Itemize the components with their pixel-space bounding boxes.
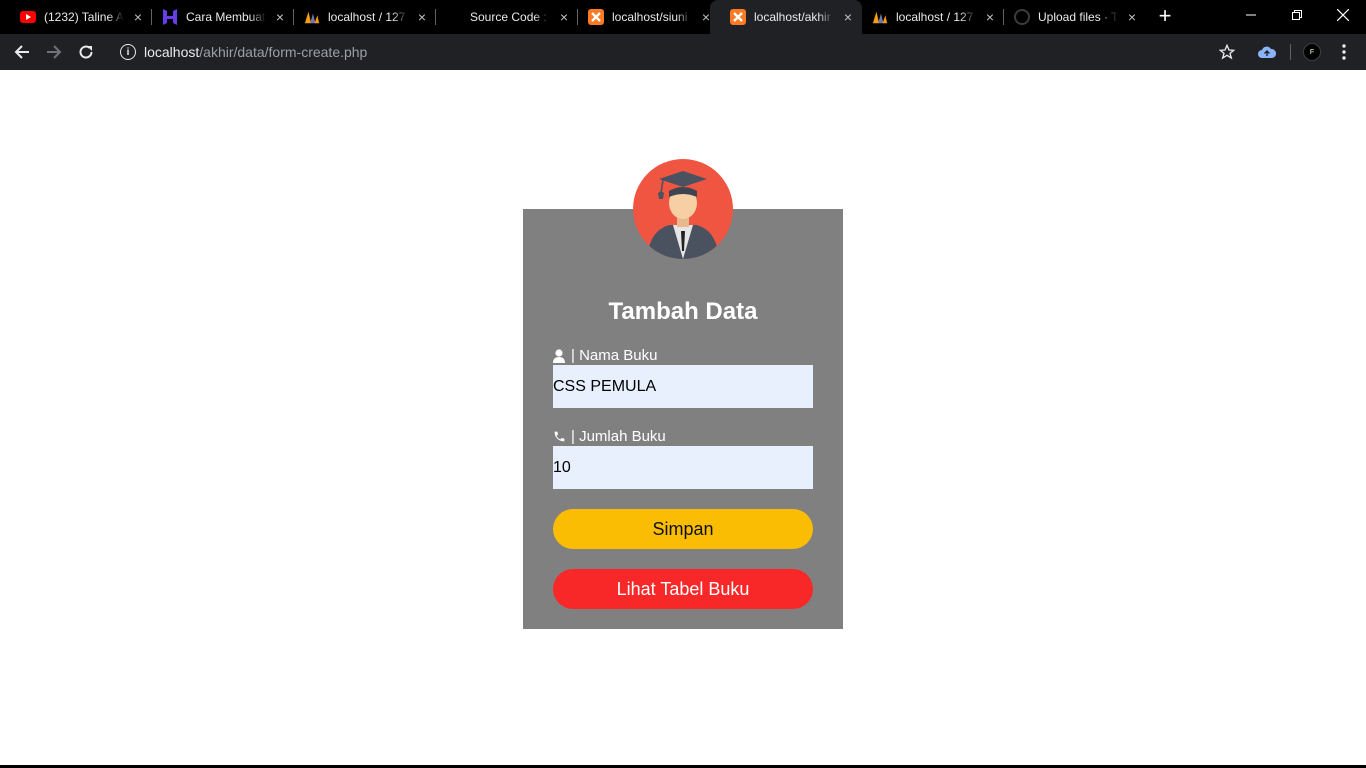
- book-name-input[interactable]: [553, 365, 813, 408]
- close-tab-icon[interactable]: ×: [1124, 9, 1140, 25]
- form-card: [523, 209, 843, 629]
- user-icon: [553, 348, 567, 363]
- minimize-icon[interactable]: [1228, 0, 1274, 30]
- tab-localhost-siuni[interactable]: localhost/siuni ×: [568, 0, 718, 34]
- profile-avatar[interactable]: F: [1303, 43, 1321, 61]
- tab-youtube[interactable]: (1232) Taline A ×: [0, 0, 150, 34]
- book-name-label: | Nama Buku: [553, 347, 657, 364]
- new-tab-button[interactable]: +: [1154, 5, 1176, 27]
- toolbar-divider: [1290, 44, 1291, 60]
- tab-title: localhost / 127: [896, 10, 974, 24]
- tab-title: Upload files · T: [1038, 10, 1118, 24]
- tab-phpmyadmin-2[interactable]: localhost / 127 ×: [852, 0, 1002, 34]
- tab-title: localhost/akhir: [754, 10, 831, 24]
- url-host: localhost: [144, 44, 200, 60]
- blank-page-icon: [446, 9, 462, 25]
- tab-title: Source Code :: [470, 10, 547, 24]
- tab-title: (1232) Taline A: [44, 10, 124, 24]
- book-name-label-text: | Nama Buku: [571, 347, 658, 364]
- tab-source-code[interactable]: Source Code : ×: [426, 0, 576, 34]
- xampp-icon: [730, 9, 746, 25]
- info-icon[interactable]: i: [120, 44, 136, 60]
- save-button[interactable]: Simpan: [553, 509, 813, 549]
- view-table-button[interactable]: Lihat Tabel Buku: [553, 569, 813, 609]
- tab-hostinger[interactable]: Cara Membuat ×: [142, 0, 292, 34]
- browser-toolbar: i localhost/akhir/data/form-create.php F: [0, 34, 1366, 70]
- form-title: Tambah Data: [608, 298, 758, 325]
- address-bar[interactable]: i localhost/akhir/data/form-create.php: [108, 38, 1248, 66]
- book-qty-label: | Jumlah Buku: [553, 428, 666, 445]
- youtube-icon: [20, 9, 36, 25]
- hostinger-icon: [162, 9, 178, 25]
- reload-icon[interactable]: [74, 40, 98, 64]
- tab-localhost-akhir[interactable]: localhost/akhir ×: [710, 0, 862, 34]
- tab-github-upload[interactable]: Upload files · T ×: [994, 0, 1144, 34]
- close-window-icon[interactable]: [1320, 0, 1366, 30]
- phone-icon: [553, 430, 567, 444]
- graduate-avatar-icon: [633, 159, 733, 259]
- bookmark-star-icon[interactable]: [1217, 42, 1237, 62]
- phpmyadmin-icon: [872, 9, 888, 25]
- tab-title: Cara Membuat: [186, 10, 266, 24]
- restore-icon[interactable]: [1274, 0, 1320, 30]
- xampp-icon: [588, 9, 604, 25]
- book-qty-input[interactable]: [553, 446, 813, 489]
- url-path: /akhir/data/form-create.php: [199, 44, 368, 60]
- tab-phpmyadmin[interactable]: localhost / 127 ×: [284, 0, 434, 34]
- tab-title: localhost/siuni: [612, 10, 688, 24]
- menu-kebab-icon[interactable]: [1334, 42, 1354, 62]
- phpmyadmin-icon: [304, 9, 320, 25]
- tab-strip: (1232) Taline A × Cara Membuat × localho…: [0, 0, 1366, 34]
- forward-icon[interactable]: [42, 40, 66, 64]
- cloud-extension-icon[interactable]: [1257, 42, 1277, 62]
- tab-title: localhost / 127: [328, 10, 406, 24]
- github-icon: [1014, 9, 1030, 25]
- back-icon[interactable]: [10, 40, 34, 64]
- book-qty-label-text: | Jumlah Buku: [571, 428, 666, 445]
